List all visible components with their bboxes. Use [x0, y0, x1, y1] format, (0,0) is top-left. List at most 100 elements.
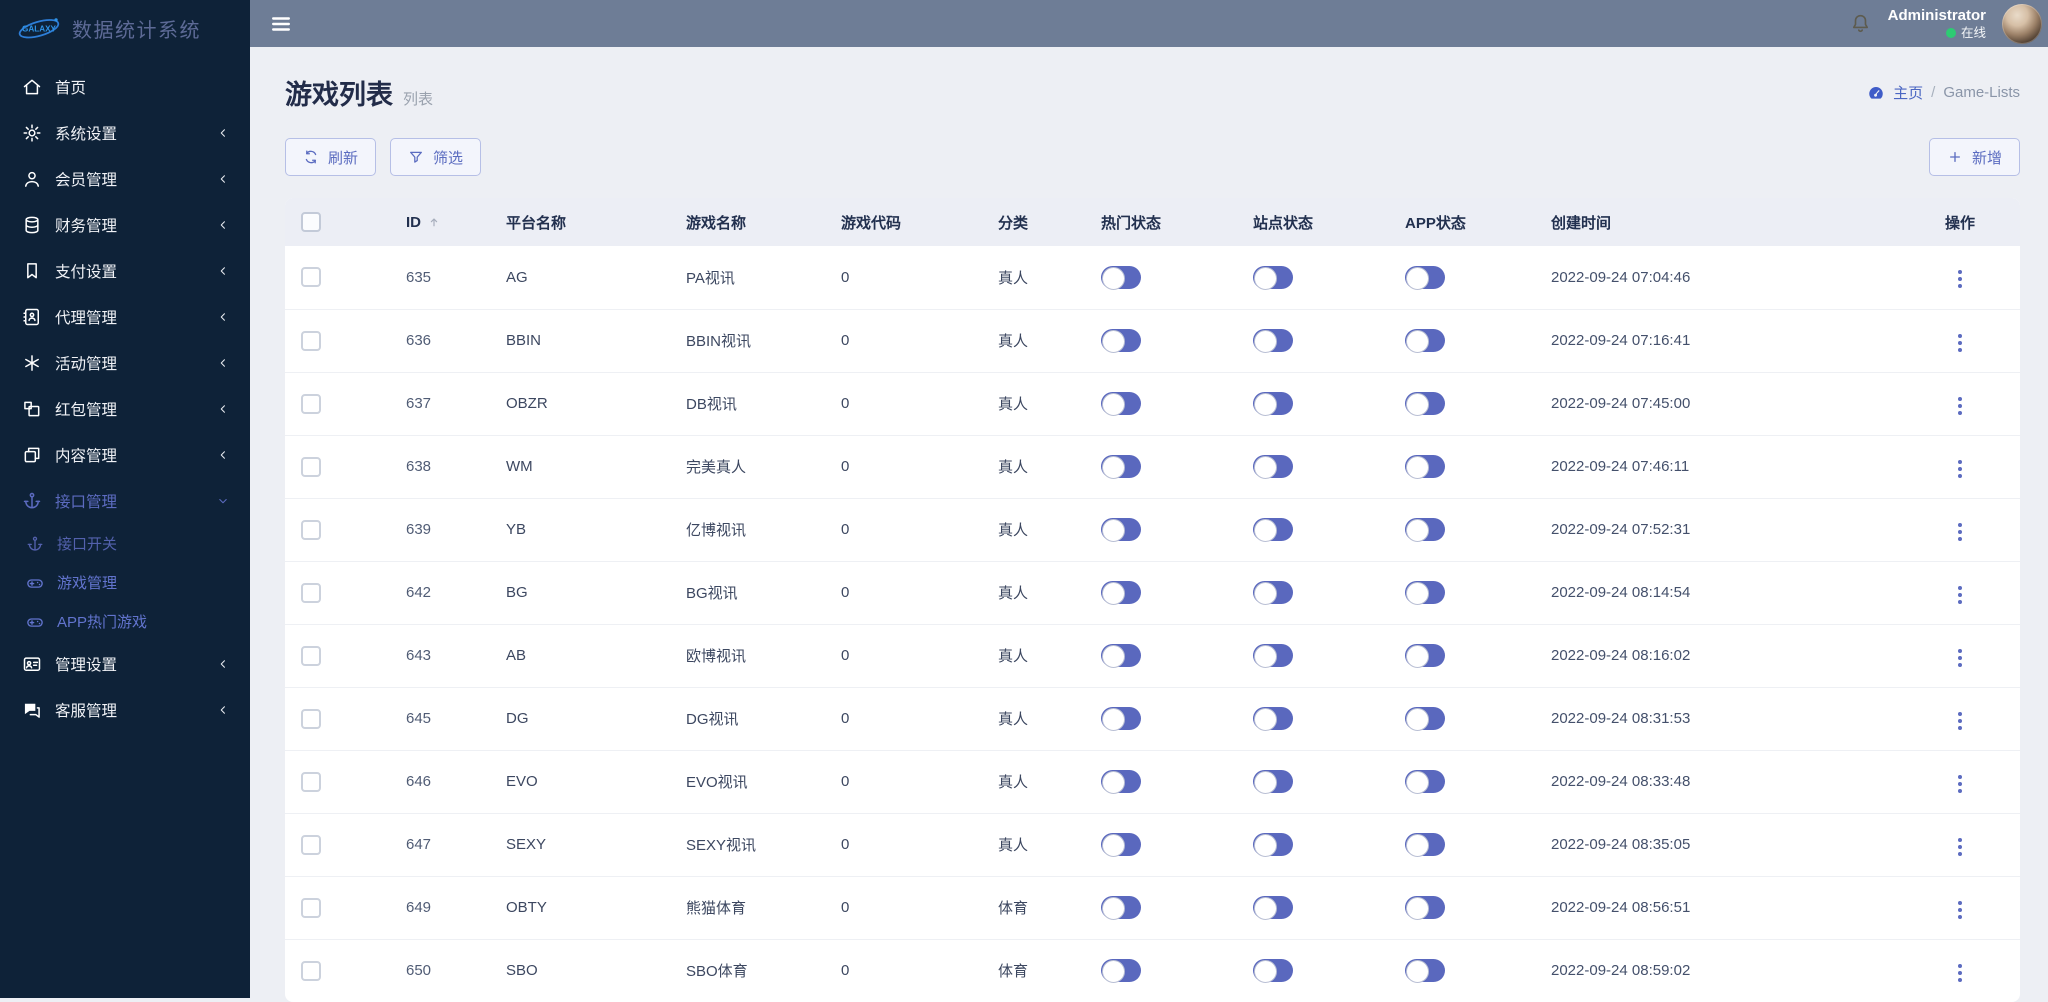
- app-status-toggle[interactable]: [1405, 770, 1445, 794]
- app-status-toggle[interactable]: [1405, 581, 1445, 605]
- sidebar-item-label: 代理管理: [55, 310, 118, 327]
- table-header-id[interactable]: ID: [390, 198, 490, 246]
- sidebar-item-member-management[interactable]: 会员管理: [0, 156, 250, 202]
- sidebar-item-interface-switch[interactable]: 接口开关: [0, 524, 250, 563]
- avatar[interactable]: [2002, 3, 2042, 44]
- row-actions-menu[interactable]: [1950, 265, 1970, 293]
- row-actions-menu[interactable]: [1950, 833, 1970, 861]
- row-checkbox[interactable]: [301, 267, 321, 288]
- cell-id: 639: [390, 497, 490, 561]
- table-row: 650 SBO SBO体育 0 体育 2022-09-24 08:59:02: [285, 938, 2020, 1002]
- site-status-toggle[interactable]: [1253, 959, 1293, 984]
- site-status-toggle[interactable]: [1253, 329, 1293, 353]
- chevron-left-icon: [216, 310, 230, 324]
- hot-status-toggle[interactable]: [1101, 329, 1141, 353]
- site-status-toggle[interactable]: [1253, 392, 1293, 416]
- row-checkbox[interactable]: [301, 771, 321, 792]
- sidebar-item-service-management[interactable]: 客服管理: [0, 687, 250, 733]
- sidebar-item-home[interactable]: 首页: [0, 64, 250, 110]
- filter-button[interactable]: 筛选: [390, 138, 482, 176]
- hot-status-toggle[interactable]: [1101, 392, 1141, 416]
- row-checkbox[interactable]: [301, 897, 321, 918]
- hot-status-toggle[interactable]: [1101, 833, 1141, 857]
- hot-status-toggle[interactable]: [1101, 644, 1141, 668]
- app-status-toggle[interactable]: [1405, 518, 1445, 542]
- sidebar-item-payment-settings[interactable]: 支付设置: [0, 248, 250, 294]
- sidebar-item-interface-management[interactable]: 接口管理: [0, 478, 250, 524]
- cell-code: 0: [825, 875, 982, 939]
- sidebar-item-activity-management[interactable]: 活动管理: [0, 340, 250, 386]
- app-status-toggle[interactable]: [1405, 896, 1445, 920]
- hot-status-toggle[interactable]: [1101, 265, 1141, 290]
- site-status-toggle[interactable]: [1253, 707, 1293, 731]
- hot-status-toggle[interactable]: [1101, 896, 1141, 920]
- sidebar-item-game-management[interactable]: 游戏管理: [0, 563, 250, 602]
- row-actions-menu[interactable]: [1950, 581, 1970, 609]
- site-status-toggle[interactable]: [1253, 518, 1293, 542]
- app-status-toggle[interactable]: [1405, 707, 1445, 731]
- row-actions-menu[interactable]: [1950, 392, 1970, 420]
- app-status-toggle[interactable]: [1405, 833, 1445, 857]
- site-status-toggle[interactable]: [1253, 581, 1293, 605]
- row-checkbox[interactable]: [301, 519, 321, 540]
- cell-created: 2022-09-24 08:16:02: [1535, 623, 1900, 687]
- sidebar-item-system-settings[interactable]: 系统设置: [0, 110, 250, 156]
- app-status-toggle[interactable]: [1405, 329, 1445, 353]
- refresh-button[interactable]: 刷新: [285, 138, 377, 176]
- user-info[interactable]: Administrator 在线: [1888, 6, 1986, 42]
- site-status-toggle[interactable]: [1253, 455, 1293, 479]
- hot-status-toggle[interactable]: [1101, 581, 1141, 605]
- row-checkbox[interactable]: [301, 645, 321, 666]
- row-actions-menu[interactable]: [1950, 455, 1970, 483]
- app-status-toggle[interactable]: [1405, 265, 1445, 290]
- sidebar-item-admin-settings[interactable]: 管理设置: [0, 641, 250, 687]
- menu-toggle-icon[interactable]: [270, 13, 292, 35]
- hot-status-toggle[interactable]: [1101, 518, 1141, 542]
- sidebar-item-content-management[interactable]: 内容管理: [0, 432, 250, 478]
- row-actions-menu[interactable]: [1950, 644, 1970, 672]
- row-actions-menu[interactable]: [1950, 770, 1970, 798]
- row-checkbox[interactable]: [301, 393, 321, 414]
- sidebar-item-app-hot-games[interactable]: APP热门游戏: [0, 602, 250, 641]
- cell-code: 0: [825, 560, 982, 624]
- row-checkbox[interactable]: [301, 960, 321, 981]
- row-checkbox[interactable]: [301, 708, 321, 729]
- hot-status-toggle[interactable]: [1101, 770, 1141, 794]
- app-status-toggle[interactable]: [1405, 644, 1445, 668]
- hot-status-toggle[interactable]: [1101, 455, 1141, 479]
- cell-created: 2022-09-24 08:31:53: [1535, 686, 1900, 750]
- row-checkbox[interactable]: [301, 834, 321, 855]
- notifications-bell-icon[interactable]: [1849, 12, 1872, 35]
- site-status-toggle[interactable]: [1253, 833, 1293, 857]
- row-actions-menu[interactable]: [1950, 896, 1970, 924]
- row-actions-menu[interactable]: [1950, 329, 1970, 357]
- hot-status-toggle[interactable]: [1101, 707, 1141, 731]
- hot-status-toggle[interactable]: [1101, 959, 1141, 984]
- site-status-toggle[interactable]: [1253, 896, 1293, 920]
- page-head: 游戏列表 列表 主页 / Game-Lists: [285, 73, 2020, 112]
- add-button[interactable]: 新增: [1928, 138, 2020, 176]
- site-status-toggle[interactable]: [1253, 770, 1293, 794]
- breadcrumb-home[interactable]: 主页: [1893, 82, 1923, 103]
- cell-game: SEXY视讯: [670, 812, 825, 876]
- sidebar-item-redpacket-management[interactable]: 红包管理: [0, 386, 250, 432]
- user-name: Administrator: [1887, 6, 1986, 24]
- sidebar-item-finance-management[interactable]: 财务管理: [0, 202, 250, 248]
- app-status-toggle[interactable]: [1405, 959, 1445, 984]
- row-actions-menu[interactable]: [1950, 959, 1970, 987]
- row-actions-menu[interactable]: [1950, 707, 1970, 735]
- row-actions-menu[interactable]: [1950, 518, 1970, 546]
- site-status-toggle[interactable]: [1253, 265, 1293, 290]
- site-status-toggle[interactable]: [1253, 644, 1293, 668]
- app-status-toggle[interactable]: [1405, 392, 1445, 416]
- app-status-toggle[interactable]: [1405, 455, 1445, 479]
- cell-platform: SBO: [490, 938, 670, 1002]
- row-checkbox[interactable]: [301, 456, 321, 477]
- sidebar-item-agent-management[interactable]: 代理管理: [0, 294, 250, 340]
- select-all-checkbox[interactable]: [301, 212, 321, 232]
- row-checkbox[interactable]: [301, 330, 321, 351]
- row-checkbox[interactable]: [301, 582, 321, 603]
- cell-id: 647: [390, 812, 490, 876]
- cell-category: 真人: [982, 434, 1085, 498]
- anchor-icon: [22, 491, 42, 511]
